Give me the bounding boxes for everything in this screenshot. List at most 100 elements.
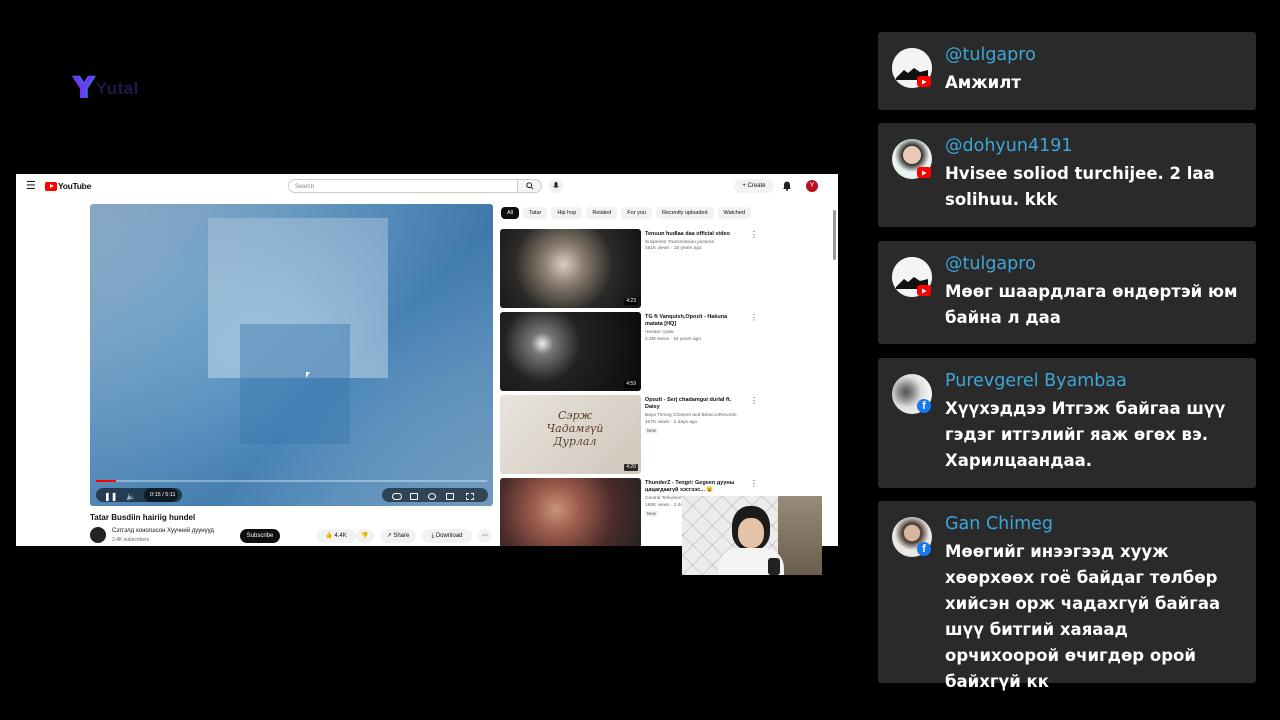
download-label: Download xyxy=(435,533,463,539)
player-settings-controls xyxy=(382,488,488,502)
chat-username: @dohyun4191 xyxy=(945,136,1073,156)
chip-watched[interactable]: Watched xyxy=(717,207,752,219)
new-badge: New xyxy=(645,428,659,434)
hamburger-menu-icon[interactable]: ☰ xyxy=(26,181,36,192)
mouse-cursor-icon xyxy=(306,372,310,378)
chip-hip-hop[interactable]: Hip hop xyxy=(551,207,583,219)
more-options-icon[interactable]: ⋮ xyxy=(750,231,758,239)
youtube-badge-icon xyxy=(917,76,931,87)
recommended-title[interactable]: TG ft Vanquish,Opozit - Hakuna matata [H… xyxy=(645,314,745,328)
logo-y-icon: Y xyxy=(72,71,94,106)
chip-all[interactable]: All xyxy=(501,207,520,219)
chat-username: @tulgapro xyxy=(945,45,1036,65)
recommended-video[interactable]: Сэрж Чадамгүй Дурлал 4:20 Opozit - Serj … xyxy=(500,395,800,475)
video-thumbnail[interactable]: 4:23 xyxy=(500,229,641,308)
video-title: Tatar Busdiin hairiig hundel xyxy=(90,513,196,522)
video-player[interactable]: ❚❚ 🔈 0:15 / 5:11 xyxy=(90,204,493,506)
video-thumbnail[interactable]: Сэрж Чадамгүй Дурлал 4:20 xyxy=(500,395,641,474)
youtube-badge-icon xyxy=(917,285,931,296)
download-button[interactable]: ⤓ Download xyxy=(422,529,472,543)
chip-related[interactable]: Related xyxy=(586,207,618,219)
search-input[interactable]: Search xyxy=(288,179,518,193)
youtube-window: ☰ YouTube Search + Create Y ❚❚ 🔈 0:15 / … xyxy=(16,174,838,546)
logo-text: Yutal xyxy=(95,79,139,98)
pause-icon[interactable]: ❚❚ xyxy=(104,490,117,504)
chat-message: @dohyun4191 Hvisee soliod turchijee. 2 l… xyxy=(878,123,1256,227)
video-duration: 4:59 xyxy=(624,381,638,388)
video-thumbnail[interactable]: 4:59 xyxy=(500,312,641,391)
recommended-title[interactable]: Opozit - Serj chadamgui durlal ft. Daisy xyxy=(645,397,745,411)
subtitles-icon[interactable] xyxy=(410,493,418,500)
thumbnail-title-text: Сэрж Чадамгүй Дурлал xyxy=(546,409,604,448)
chat-message: f Gan Chimeg Мөөгийг инээгээд хууж хөөрх… xyxy=(878,501,1256,691)
chat-username: Gan Chimeg xyxy=(945,514,1054,534)
more-options-icon[interactable]: ⋮ xyxy=(750,397,758,405)
video-progress-fill xyxy=(96,480,116,482)
video-duration: 4:20 xyxy=(624,464,638,471)
streamer-face xyxy=(738,518,764,548)
channel-avatar[interactable] xyxy=(90,527,106,543)
chat-text: Мөөг шаардлага өндөртэй юм байна л даа xyxy=(945,282,1238,327)
miniplayer-icon[interactable] xyxy=(446,493,454,500)
share-label: Share xyxy=(393,533,410,539)
video-thumbnail[interactable] xyxy=(500,478,641,546)
search-button[interactable] xyxy=(518,179,542,193)
new-badge: New xyxy=(645,511,659,517)
youtube-play-icon xyxy=(45,181,57,191)
recommended-channel[interactable]: Чөлөөт сувaг xyxy=(645,330,745,336)
youtube-wordmark: YouTube xyxy=(58,181,91,191)
video-progress-bar[interactable] xyxy=(96,480,487,482)
recommended-meta: 2.3M views · 15 years ago xyxy=(645,337,701,342)
filter-chips: All Tatar Hip hop Related For you Recent… xyxy=(501,207,752,219)
account-avatar[interactable]: Y xyxy=(806,180,818,192)
like-count: 4.4K xyxy=(334,533,347,539)
dislike-button[interactable]: 👎 xyxy=(356,529,374,543)
player-controls: ❚❚ 🔈 0:15 / 5:11 xyxy=(90,486,493,504)
channel-subscribers: 2.4K subscribers xyxy=(112,537,150,543)
chat-message: @tulgapro Мөөг шаардлага өндөртэй юм бай… xyxy=(878,241,1256,344)
page-scrollbar[interactable] xyxy=(833,210,836,260)
create-button[interactable]: + Create xyxy=(734,179,774,193)
webcam-feed xyxy=(682,496,822,575)
recommended-channel[interactable]: Bayа Tomog Channel and BelaccoRecords xyxy=(645,413,745,419)
chip-tatar[interactable]: Tatar xyxy=(523,207,548,219)
more-options-icon[interactable]: ⋮ xyxy=(750,480,758,488)
like-button[interactable]: 👍 4.4K xyxy=(316,529,356,543)
time-display: 0:15 / 5:11 xyxy=(144,488,182,502)
search-icon xyxy=(525,182,534,190)
volume-icon[interactable]: 🔈 xyxy=(126,490,136,504)
recommended-title[interactable]: Tenuun hudlaa daa official video xyxy=(645,231,745,238)
chat-username: Purevgerel Byambaa xyxy=(945,371,1127,391)
chip-for-you[interactable]: For you xyxy=(621,207,652,219)
recommended-video[interactable]: 4:23 Tenuun hudlaa daa official video Su… xyxy=(500,229,800,309)
microphone-icon xyxy=(768,558,780,575)
chat-text: Амжилт xyxy=(945,73,1021,92)
facebook-badge-icon: f xyxy=(917,542,931,556)
recommended-title[interactable]: ThunderZ - Tengri: Gegeen дууны цацагдаа… xyxy=(645,480,745,494)
channel-name[interactable]: Сэтгэлд хоногшсон Хуучний дуунууд xyxy=(112,528,214,534)
more-options-icon[interactable]: ⋮ xyxy=(750,314,758,322)
subscribe-button[interactable]: Subscribe xyxy=(240,529,280,543)
chat-message: @tulgapro Амжилт xyxy=(878,32,1256,110)
chat-text: Хүүхэддээ Итгэж байгаа шүү гэдэг итгэлий… xyxy=(945,399,1226,470)
youtube-badge-icon xyxy=(917,167,931,178)
settings-gear-icon[interactable] xyxy=(428,493,436,500)
recommended-meta: 107K views · 2 days ago xyxy=(645,420,698,425)
chat-username: @tulgapro xyxy=(945,254,1036,274)
create-label: Create xyxy=(747,183,766,189)
youtube-topbar: ☰ YouTube Search + Create Y xyxy=(16,174,838,198)
mic-icon xyxy=(553,182,559,188)
bell-icon[interactable] xyxy=(782,180,792,191)
recommended-video[interactable]: 4:59 TG ft Vanquish,Opozit - Hakuna mata… xyxy=(500,312,800,392)
mic-button[interactable] xyxy=(549,179,563,193)
youtube-logo[interactable]: YouTube xyxy=(45,181,91,191)
recommended-meta: 451K views · 15 years ago xyxy=(645,246,702,251)
share-button[interactable]: ↗ Share xyxy=(380,529,416,543)
facebook-badge-icon: f xyxy=(917,399,931,413)
video-duration: 4:23 xyxy=(624,298,638,305)
autoplay-toggle-icon[interactable] xyxy=(392,493,402,500)
more-actions-icon[interactable]: ⋯ xyxy=(478,529,492,543)
fullscreen-icon[interactable] xyxy=(466,493,474,500)
chip-recently-uploaded[interactable]: Recently uploaded xyxy=(655,207,714,219)
chat-text: Мөөгийг инээгээд хууж хөөрхөөх гоё байда… xyxy=(945,542,1221,691)
